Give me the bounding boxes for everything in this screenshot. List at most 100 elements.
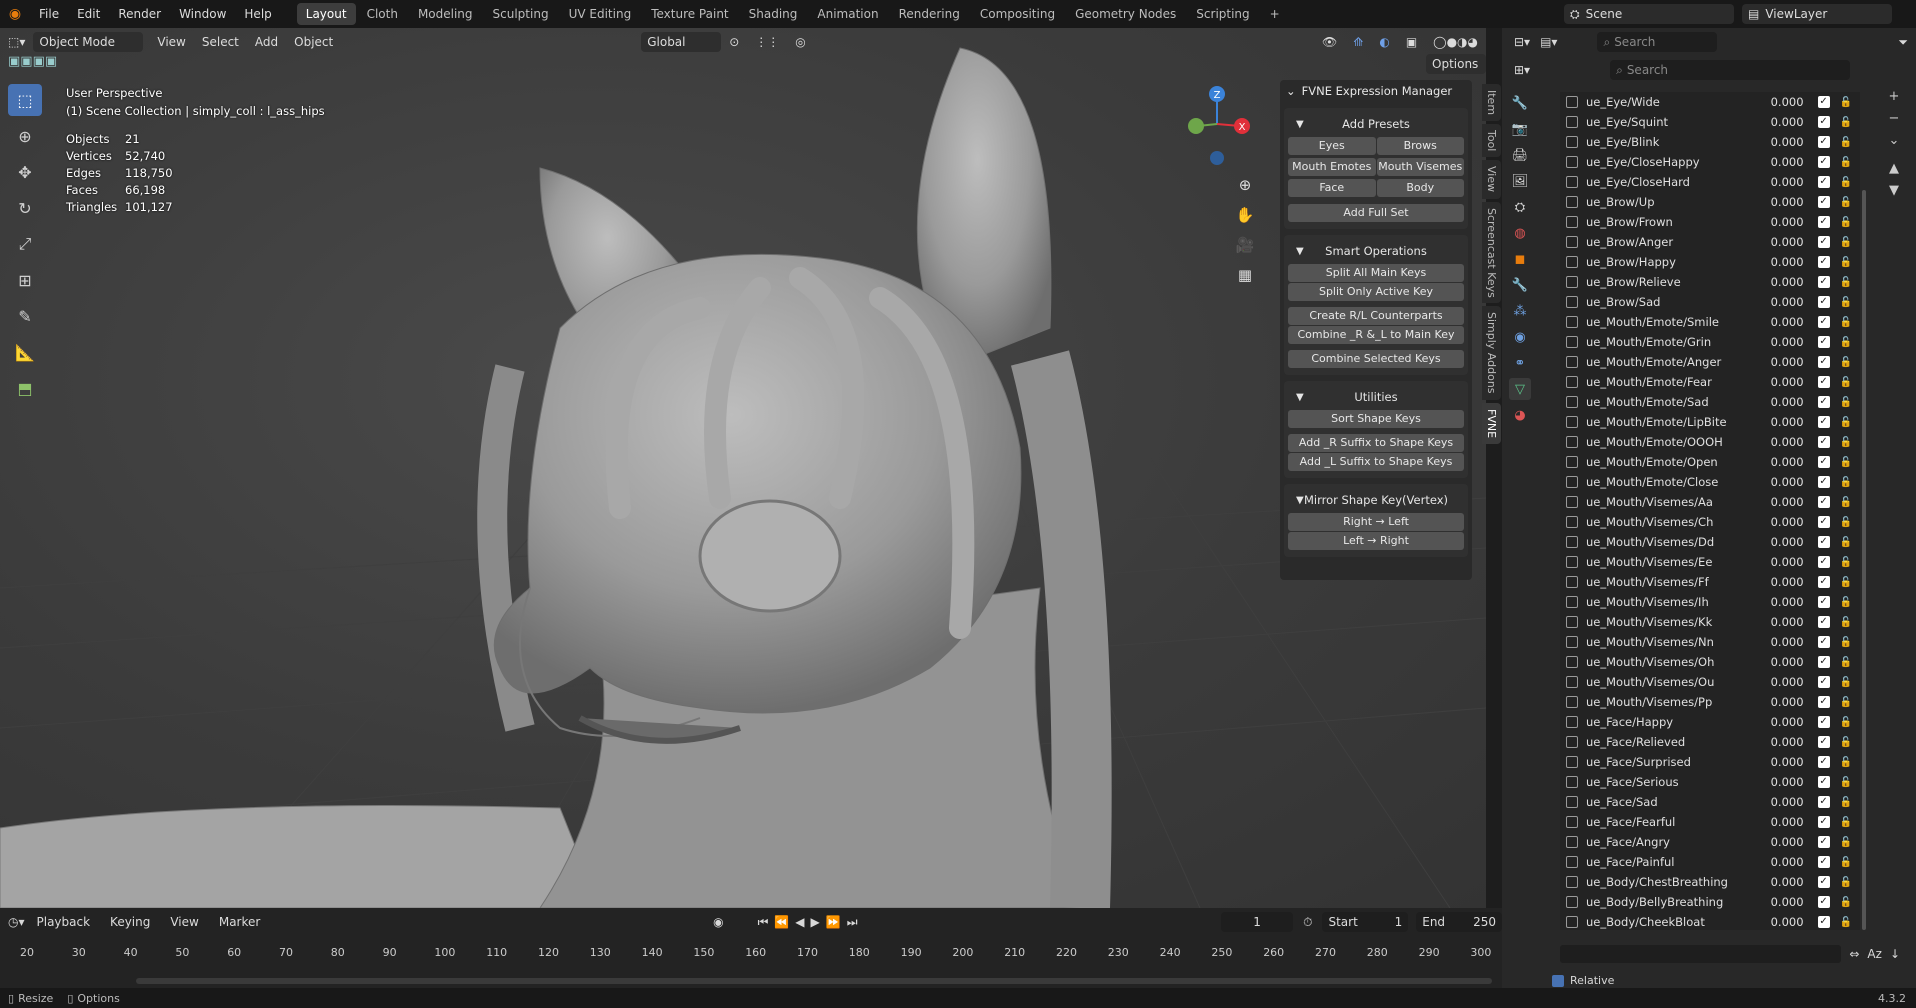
- shape-key-value[interactable]: 0.000: [1754, 255, 1804, 269]
- overlay-toggle-icon[interactable]: ◐: [1371, 35, 1397, 49]
- transform-orientation[interactable]: Global: [641, 32, 722, 52]
- shape-key-name[interactable]: ue_Mouth/Visemes/Nn: [1586, 635, 1754, 649]
- menu-playback[interactable]: Playback: [29, 915, 99, 929]
- shape-key-value[interactable]: 0.000: [1754, 435, 1804, 449]
- shape-key-value[interactable]: 0.000: [1754, 175, 1804, 189]
- lock-icon[interactable]: 🔓: [1840, 597, 1852, 608]
- shape-key-mute-checkbox[interactable]: ✓: [1817, 856, 1830, 868]
- shape-key-name[interactable]: ue_Face/Surprised: [1586, 755, 1754, 769]
- lock-icon[interactable]: 🔓: [1840, 917, 1852, 928]
- shape-key-value[interactable]: 0.000: [1754, 875, 1804, 889]
- scale-tool-icon[interactable]: ⤢: [8, 228, 42, 260]
- shape-key-value[interactable]: 0.000: [1754, 275, 1804, 289]
- shape-key-row[interactable]: ue_Mouth/Emote/Anger 0.000 ✓ 🔓: [1560, 352, 1860, 372]
- lock-icon[interactable]: 🔓: [1840, 137, 1852, 148]
- shape-key-name[interactable]: ue_Body/CheekBloat: [1586, 915, 1754, 929]
- shape-key-value[interactable]: 0.000: [1754, 735, 1804, 749]
- move-up-icon[interactable]: ▲: [1882, 158, 1906, 180]
- current-frame-field[interactable]: 1: [1220, 912, 1294, 932]
- 3d-viewport[interactable]: [0, 28, 1486, 908]
- editor-type-icon[interactable]: ⊟▾: [1514, 35, 1530, 49]
- lock-icon[interactable]: 🔓: [1840, 437, 1852, 448]
- shape-key-row[interactable]: ue_Mouth/Emote/LipBite 0.000 ✓ 🔓: [1560, 412, 1860, 432]
- shape-key-name[interactable]: ue_Brow/Relieve: [1586, 275, 1754, 289]
- lock-icon[interactable]: 🔓: [1840, 797, 1852, 808]
- mode-selector[interactable]: Object Mode: [33, 32, 144, 52]
- gizmo-toggle-icon[interactable]: ⟰: [1345, 35, 1371, 49]
- chevron-down-icon[interactable]: ⌄: [1286, 84, 1296, 98]
- tool-settings-icon[interactable]: 🔧: [1509, 92, 1531, 114]
- lock-icon[interactable]: 🔓: [1840, 97, 1852, 108]
- smart-operations-header[interactable]: ▼ Smart Operations: [1288, 239, 1464, 263]
- shape-key-value[interactable]: 0.000: [1754, 595, 1804, 609]
- shape-key-name[interactable]: ue_Mouth/Visemes/Ee: [1586, 555, 1754, 569]
- shape-key-row[interactable]: ue_Mouth/Emote/Close 0.000 ✓ 🔓: [1560, 472, 1860, 492]
- list-scrollbar[interactable]: [1862, 190, 1866, 930]
- menu-render[interactable]: Render: [109, 0, 170, 28]
- shape-key-name[interactable]: ue_Face/Angry: [1586, 835, 1754, 849]
- shape-key-row[interactable]: ue_Eye/CloseHard 0.000 ✓ 🔓: [1560, 172, 1860, 192]
- shape-key-name[interactable]: ue_Eye/CloseHappy: [1586, 155, 1754, 169]
- shape-key-mute-checkbox[interactable]: ✓: [1817, 136, 1830, 148]
- shape-key-name[interactable]: ue_Mouth/Emote/Smile: [1586, 315, 1754, 329]
- relative-checkbox-row[interactable]: Relative: [1552, 974, 1614, 987]
- tab-uv-editing[interactable]: UV Editing: [560, 3, 641, 25]
- shape-key-name[interactable]: ue_Mouth/Emote/OOOH: [1586, 435, 1754, 449]
- shape-key-row[interactable]: ue_Mouth/Visemes/Oh 0.000 ✓ 🔓: [1560, 652, 1860, 672]
- shape-key-value[interactable]: 0.000: [1754, 675, 1804, 689]
- shading-modes-icon[interactable]: ◯●◑◕: [1425, 35, 1486, 49]
- shape-key-value[interactable]: 0.000: [1754, 395, 1804, 409]
- lock-icon[interactable]: 🔓: [1840, 877, 1852, 888]
- move-down-icon[interactable]: ▼: [1882, 180, 1906, 202]
- shape-key-row[interactable]: ue_Brow/Happy 0.000 ✓ 🔓: [1560, 252, 1860, 272]
- tab-modeling[interactable]: Modeling: [409, 3, 482, 25]
- shape-key-value[interactable]: 0.000: [1754, 315, 1804, 329]
- timeline-scrollbar[interactable]: [136, 978, 1492, 984]
- shape-key-row[interactable]: ue_Mouth/Emote/OOOH 0.000 ✓ 🔓: [1560, 432, 1860, 452]
- shape-key-value[interactable]: 0.000: [1754, 855, 1804, 869]
- lock-icon[interactable]: 🔓: [1840, 157, 1852, 168]
- shape-key-mute-checkbox[interactable]: ✓: [1817, 576, 1830, 588]
- shape-key-name[interactable]: ue_Mouth/Emote/Grin: [1586, 335, 1754, 349]
- shape-key-value[interactable]: 0.000: [1754, 95, 1804, 109]
- shape-key-row[interactable]: ue_Mouth/Visemes/Pp 0.000 ✓ 🔓: [1560, 692, 1860, 712]
- shape-key-row[interactable]: ue_Brow/Relieve 0.000 ✓ 🔓: [1560, 272, 1860, 292]
- shape-key-name[interactable]: ue_Brow/Anger: [1586, 235, 1754, 249]
- shape-key-row[interactable]: ue_Mouth/Visemes/Ch 0.000 ✓ 🔓: [1560, 512, 1860, 532]
- transform-tool-icon[interactable]: ⊞: [8, 264, 42, 296]
- shape-key-row[interactable]: ue_Brow/Up 0.000 ✓ 🔓: [1560, 192, 1860, 212]
- body-button[interactable]: Body: [1376, 179, 1464, 197]
- lock-icon[interactable]: 🔓: [1840, 757, 1852, 768]
- shape-key-mute-checkbox[interactable]: ✓: [1817, 696, 1830, 708]
- shape-key-mute-checkbox[interactable]: ✓: [1817, 96, 1830, 108]
- lock-icon[interactable]: 🔓: [1840, 517, 1852, 528]
- end-frame-field[interactable]: End 250: [1416, 912, 1502, 932]
- shape-key-mute-checkbox[interactable]: ✓: [1817, 376, 1830, 388]
- shape-key-value[interactable]: 0.000: [1754, 655, 1804, 669]
- shape-key-name[interactable]: ue_Mouth/Emote/Anger: [1586, 355, 1754, 369]
- viewlayer-selector[interactable]: ▤ ViewLayer: [1742, 4, 1892, 24]
- shape-key-mute-checkbox[interactable]: ✓: [1817, 116, 1830, 128]
- shape-key-mute-checkbox[interactable]: ✓: [1817, 256, 1830, 268]
- shape-key-value[interactable]: 0.000: [1754, 495, 1804, 509]
- brows-button[interactable]: Brows: [1376, 137, 1464, 155]
- shape-key-mute-checkbox[interactable]: ✓: [1817, 516, 1830, 528]
- menu-edit[interactable]: Edit: [68, 0, 109, 28]
- select-tool-icon[interactable]: ⬚: [8, 84, 42, 116]
- shape-key-row[interactable]: ue_Face/Surprised 0.000 ✓ 🔓: [1560, 752, 1860, 772]
- lock-icon[interactable]: 🔓: [1840, 697, 1852, 708]
- shape-key-mute-checkbox[interactable]: ✓: [1817, 676, 1830, 688]
- menu-window[interactable]: Window: [170, 0, 235, 28]
- shape-key-name[interactable]: ue_Mouth/Visemes/Ff: [1586, 575, 1754, 589]
- shape-key-name[interactable]: ue_Mouth/Visemes/Kk: [1586, 615, 1754, 629]
- lock-icon[interactable]: 🔓: [1840, 177, 1852, 188]
- menu-keying[interactable]: Keying: [102, 915, 158, 929]
- tab-simply-addons[interactable]: Simply Addons: [1482, 306, 1501, 400]
- visibility-icon[interactable]: 👁: [1314, 35, 1345, 49]
- shape-key-value[interactable]: 0.000: [1754, 535, 1804, 549]
- shape-key-mute-checkbox[interactable]: ✓: [1817, 196, 1830, 208]
- shape-key-value[interactable]: 0.000: [1754, 335, 1804, 349]
- shape-key-mute-checkbox[interactable]: ✓: [1817, 476, 1830, 488]
- scene-props-icon[interactable]: ⛭: [1509, 196, 1531, 218]
- shape-key-mute-checkbox[interactable]: ✓: [1817, 276, 1830, 288]
